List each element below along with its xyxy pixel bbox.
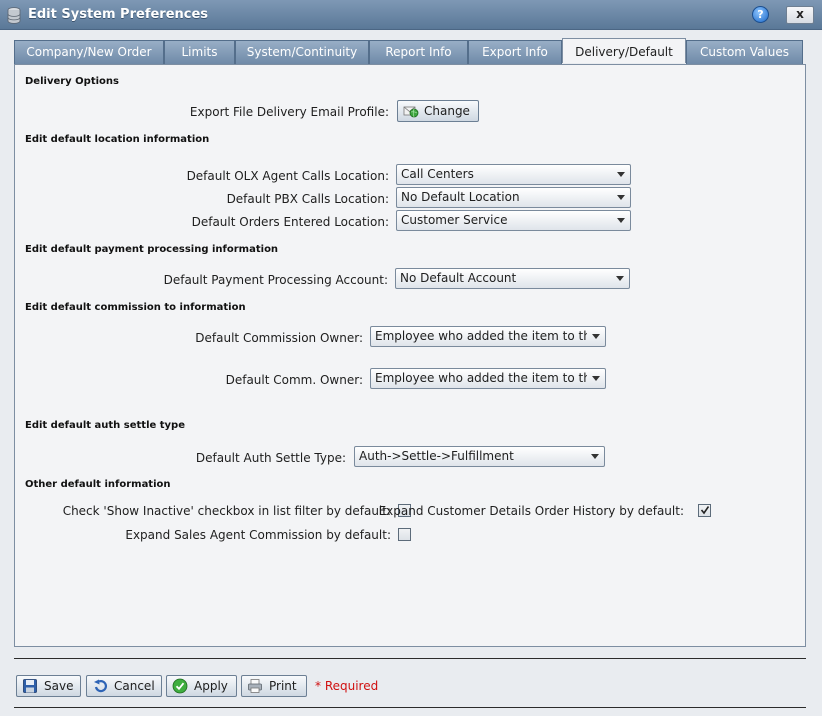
- payment-account-value: No Default Account: [400, 271, 517, 285]
- expand-commission-label: Expand Sales Agent Commission by default…: [125, 528, 391, 542]
- expand-commission-checkbox[interactable]: [398, 528, 411, 541]
- tab-custom-values[interactable]: Custom Values: [686, 40, 803, 64]
- chevron-down-icon: [591, 454, 599, 459]
- comm-owner-label: Default Comm. Owner:: [225, 373, 363, 387]
- orders-location-value: Customer Service: [401, 213, 508, 227]
- payment-account-label: Default Payment Processing Account:: [163, 273, 388, 287]
- printer-icon: [248, 679, 262, 693]
- email-globe-icon: [403, 106, 419, 118]
- chevron-down-icon: [617, 172, 625, 177]
- tab-limits[interactable]: Limits: [164, 40, 235, 64]
- section-heading-delivery: Delivery Options: [25, 76, 119, 87]
- section-heading-other: Other default information: [25, 479, 171, 490]
- pbx-location-select[interactable]: No Default Location: [396, 187, 631, 208]
- close-button[interactable]: x: [786, 6, 814, 24]
- pbx-location-label: Default PBX Calls Location:: [226, 192, 389, 206]
- tab-system-continuity[interactable]: System/Continuity: [235, 40, 369, 64]
- help-button[interactable]: ?: [752, 6, 769, 23]
- section-heading-commission: Edit default commission to information: [25, 302, 246, 313]
- tab-export-info[interactable]: Export Info: [468, 40, 562, 64]
- apply-button[interactable]: Apply: [166, 675, 237, 697]
- orders-location-label: Default Orders Entered Location:: [191, 215, 389, 229]
- section-heading-payment: Edit default payment processing informat…: [25, 244, 279, 255]
- tab-company-new-order[interactable]: Company/New Order: [14, 40, 164, 64]
- chevron-down-icon: [617, 195, 625, 200]
- olx-location-select[interactable]: Call Centers: [396, 164, 631, 185]
- change-button-label: Change: [424, 104, 470, 118]
- cancel-button[interactable]: Cancel: [86, 675, 162, 697]
- window-titlebar: Edit System Preferences ? x: [0, 0, 822, 30]
- chevron-down-icon: [616, 276, 624, 281]
- required-note: * Required: [315, 679, 379, 693]
- footer-divider-top: [14, 658, 806, 659]
- pbx-location-value: No Default Location: [401, 190, 520, 204]
- chevron-down-icon: [617, 218, 625, 223]
- olx-location-value: Call Centers: [401, 167, 474, 181]
- section-heading-location: Edit default location information: [25, 134, 210, 145]
- cancel-button-label: Cancel: [114, 679, 155, 693]
- chevron-down-icon: [592, 334, 600, 339]
- apply-button-label: Apply: [194, 679, 228, 693]
- save-button-label: Save: [44, 679, 74, 693]
- section-heading-auth: Edit default auth settle type: [25, 420, 185, 431]
- auth-settle-select[interactable]: Auth->Settle->Fulfillment: [354, 446, 605, 467]
- footer-divider-bottom: [14, 707, 806, 708]
- commission-owner-label: Default Commission Owner:: [195, 331, 363, 345]
- auth-settle-value: Auth->Settle->Fulfillment: [359, 449, 514, 463]
- expand-history-label: Expand Customer Details Order History by…: [378, 504, 684, 518]
- tab-report-info[interactable]: Report Info: [369, 40, 468, 64]
- delivery-default-panel: Delivery Options Export File Delivery Em…: [14, 64, 806, 647]
- checkmark-circle-icon: [172, 678, 188, 694]
- payment-account-select[interactable]: No Default Account: [395, 268, 630, 289]
- comm-owner-value: Employee who added the item to the o: [375, 371, 587, 385]
- window-title: Edit System Preferences: [28, 7, 209, 22]
- commission-owner-select[interactable]: Employee who added the item to the o: [370, 326, 606, 347]
- commission-owner-value: Employee who added the item to the o: [375, 329, 587, 343]
- undo-arrow-icon: [94, 679, 107, 693]
- print-button[interactable]: Print: [241, 675, 307, 697]
- change-email-profile-button[interactable]: Change: [397, 100, 479, 122]
- database-icon: [7, 7, 21, 24]
- save-button[interactable]: Save: [16, 675, 81, 697]
- checkmark-icon: [700, 506, 710, 515]
- orders-location-select[interactable]: Customer Service: [396, 210, 631, 231]
- floppy-disk-icon: [23, 679, 37, 693]
- tab-delivery-default[interactable]: Delivery/Default: [562, 38, 686, 63]
- show-inactive-label: Check 'Show Inactive' checkbox in list f…: [62, 504, 391, 518]
- chevron-down-icon: [592, 376, 600, 381]
- olx-location-label: Default OLX Agent Calls Location:: [186, 169, 389, 183]
- print-button-label: Print: [269, 679, 297, 693]
- expand-history-checkbox[interactable]: [698, 504, 711, 517]
- email-profile-label: Export File Delivery Email Profile:: [189, 105, 389, 119]
- auth-settle-label: Default Auth Settle Type:: [195, 451, 346, 465]
- comm-owner-select[interactable]: Employee who added the item to the o: [370, 368, 606, 389]
